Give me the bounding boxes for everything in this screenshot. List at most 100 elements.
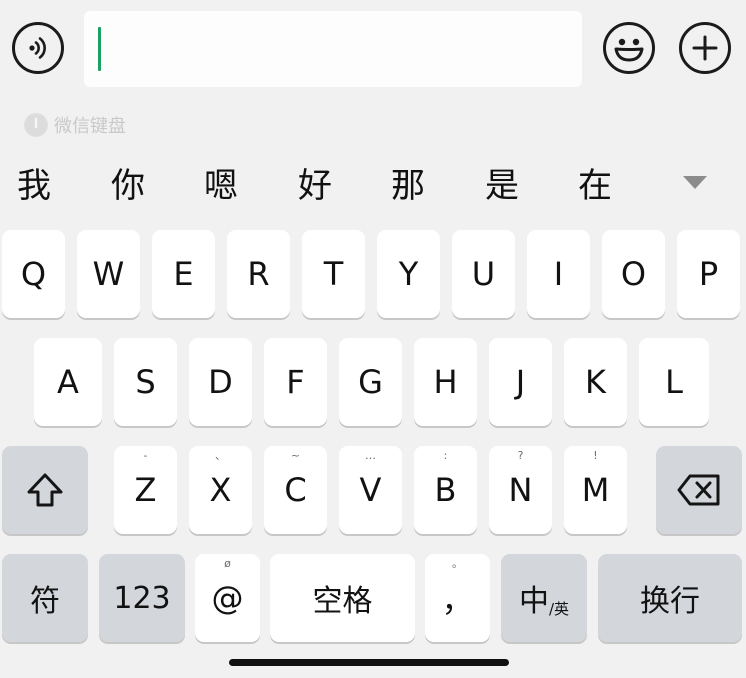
key-label: N (508, 471, 533, 509)
shift-icon (27, 473, 63, 507)
key-m[interactable]: ! M (564, 446, 627, 534)
enter-key[interactable]: 换行 (598, 554, 742, 642)
emoji-button[interactable] (603, 22, 655, 74)
key-label: K (585, 363, 606, 401)
key-hint: ! (593, 449, 598, 462)
candidate-word[interactable]: 好 (290, 162, 340, 210)
key-label: H (433, 363, 458, 401)
key-q[interactable]: Q (2, 230, 65, 318)
key-label: 换行 (640, 584, 700, 619)
key-label: 符 (30, 584, 60, 619)
key-hint: : (443, 449, 448, 462)
backspace-key[interactable] (656, 446, 742, 534)
key-label: ， (441, 581, 474, 619)
key-label: O (620, 255, 647, 293)
wechat-keyboard-logo-icon (24, 113, 48, 137)
shift-key[interactable] (2, 446, 88, 534)
text-caret (98, 27, 101, 71)
space-key[interactable]: 空格 (270, 554, 415, 642)
key-sublabel: /英 (548, 599, 570, 618)
candidate-word[interactable]: 在 (570, 162, 620, 210)
key-hint: 、 (215, 449, 226, 462)
key-l[interactable]: L (639, 338, 709, 426)
key-label: A (57, 363, 79, 401)
key-label: C (284, 471, 307, 509)
key-z[interactable]: -Z (114, 446, 177, 534)
home-indicator[interactable] (229, 659, 509, 666)
key-hint: ø (224, 557, 231, 570)
key-t[interactable]: T (302, 230, 365, 318)
key-label: 空格 (312, 584, 373, 619)
key-label: Z (134, 471, 157, 509)
key-f[interactable]: F (264, 338, 327, 426)
key-label: 123 (113, 580, 171, 616)
key-c[interactable]: ~ C (264, 446, 327, 534)
key-at[interactable]: ø @ (195, 554, 260, 642)
key-label: Y (398, 255, 419, 293)
key-u[interactable]: U (452, 230, 515, 318)
key-label: I (553, 255, 564, 293)
key-label: Q (20, 255, 47, 293)
key-hint: … (365, 449, 376, 462)
key-label: B (434, 471, 457, 509)
key-hint: - (143, 449, 148, 462)
keyboard-brand: 微信键盘 (24, 112, 126, 138)
key-label: V (359, 471, 382, 509)
chevron-down-icon[interactable] (683, 176, 707, 189)
key-x[interactable]: 、 X (189, 446, 252, 534)
plus-icon (692, 35, 718, 61)
symbols-key[interactable]: 符 (2, 554, 88, 642)
key-hint: ? (517, 449, 524, 462)
key-label: E (173, 255, 194, 293)
key-label: X (209, 471, 232, 509)
key-v[interactable]: … V (339, 446, 402, 534)
key-label: S (135, 363, 156, 401)
key-n[interactable]: ? N (489, 446, 552, 534)
key-label: U (471, 255, 496, 293)
key-j[interactable]: J (489, 338, 552, 426)
key-s[interactable]: S (114, 338, 177, 426)
key-w[interactable]: W (77, 230, 140, 318)
key-label: G (358, 363, 383, 401)
key-b[interactable]: :B (414, 446, 477, 534)
keyboard-brand-label: 微信键盘 (54, 116, 126, 137)
more-button[interactable] (679, 22, 731, 74)
key-e[interactable]: E (152, 230, 215, 318)
comma-key[interactable]: 。， (425, 554, 490, 642)
key-o[interactable]: O (602, 230, 665, 318)
key-h[interactable]: H (414, 338, 477, 426)
numbers-key[interactable]: 123 (99, 554, 185, 642)
key-label: P (698, 255, 719, 293)
key-p[interactable]: P (677, 230, 740, 318)
key-y[interactable]: Y (377, 230, 440, 318)
candidate-word[interactable]: 我 (9, 162, 59, 210)
voice-input-button[interactable] (12, 22, 64, 74)
key-g[interactable]: G (339, 338, 402, 426)
key-label: R (247, 255, 270, 293)
key-label: @ (211, 579, 244, 617)
key-hint: ~ (290, 449, 301, 462)
key-r[interactable]: R (227, 230, 290, 318)
key-k[interactable]: K (564, 338, 627, 426)
language-switch-key[interactable]: 中 /英 (501, 554, 587, 642)
candidate-word[interactable]: 那 (383, 162, 433, 210)
candidate-word[interactable]: 嗯 (196, 162, 246, 210)
voice-icon (29, 37, 46, 59)
key-a[interactable]: A (34, 338, 102, 426)
chat-bubble-icon (25, 114, 47, 136)
message-input[interactable] (84, 11, 582, 87)
key-i[interactable]: I (527, 230, 590, 318)
emoji-icon (614, 38, 644, 62)
key-label: M (581, 471, 610, 509)
backspace-icon (677, 474, 720, 506)
key-label: F (286, 363, 305, 401)
key-label: T (323, 255, 344, 293)
key-hint: 。 (452, 557, 463, 570)
key-label: J (515, 363, 526, 401)
key-label: W (92, 255, 125, 293)
candidate-word[interactable]: 你 (103, 162, 153, 210)
key-label: 中 (518, 584, 549, 619)
key-d[interactable]: D (189, 338, 252, 426)
key-label: L (665, 363, 683, 401)
candidate-word[interactable]: 是 (477, 162, 527, 210)
